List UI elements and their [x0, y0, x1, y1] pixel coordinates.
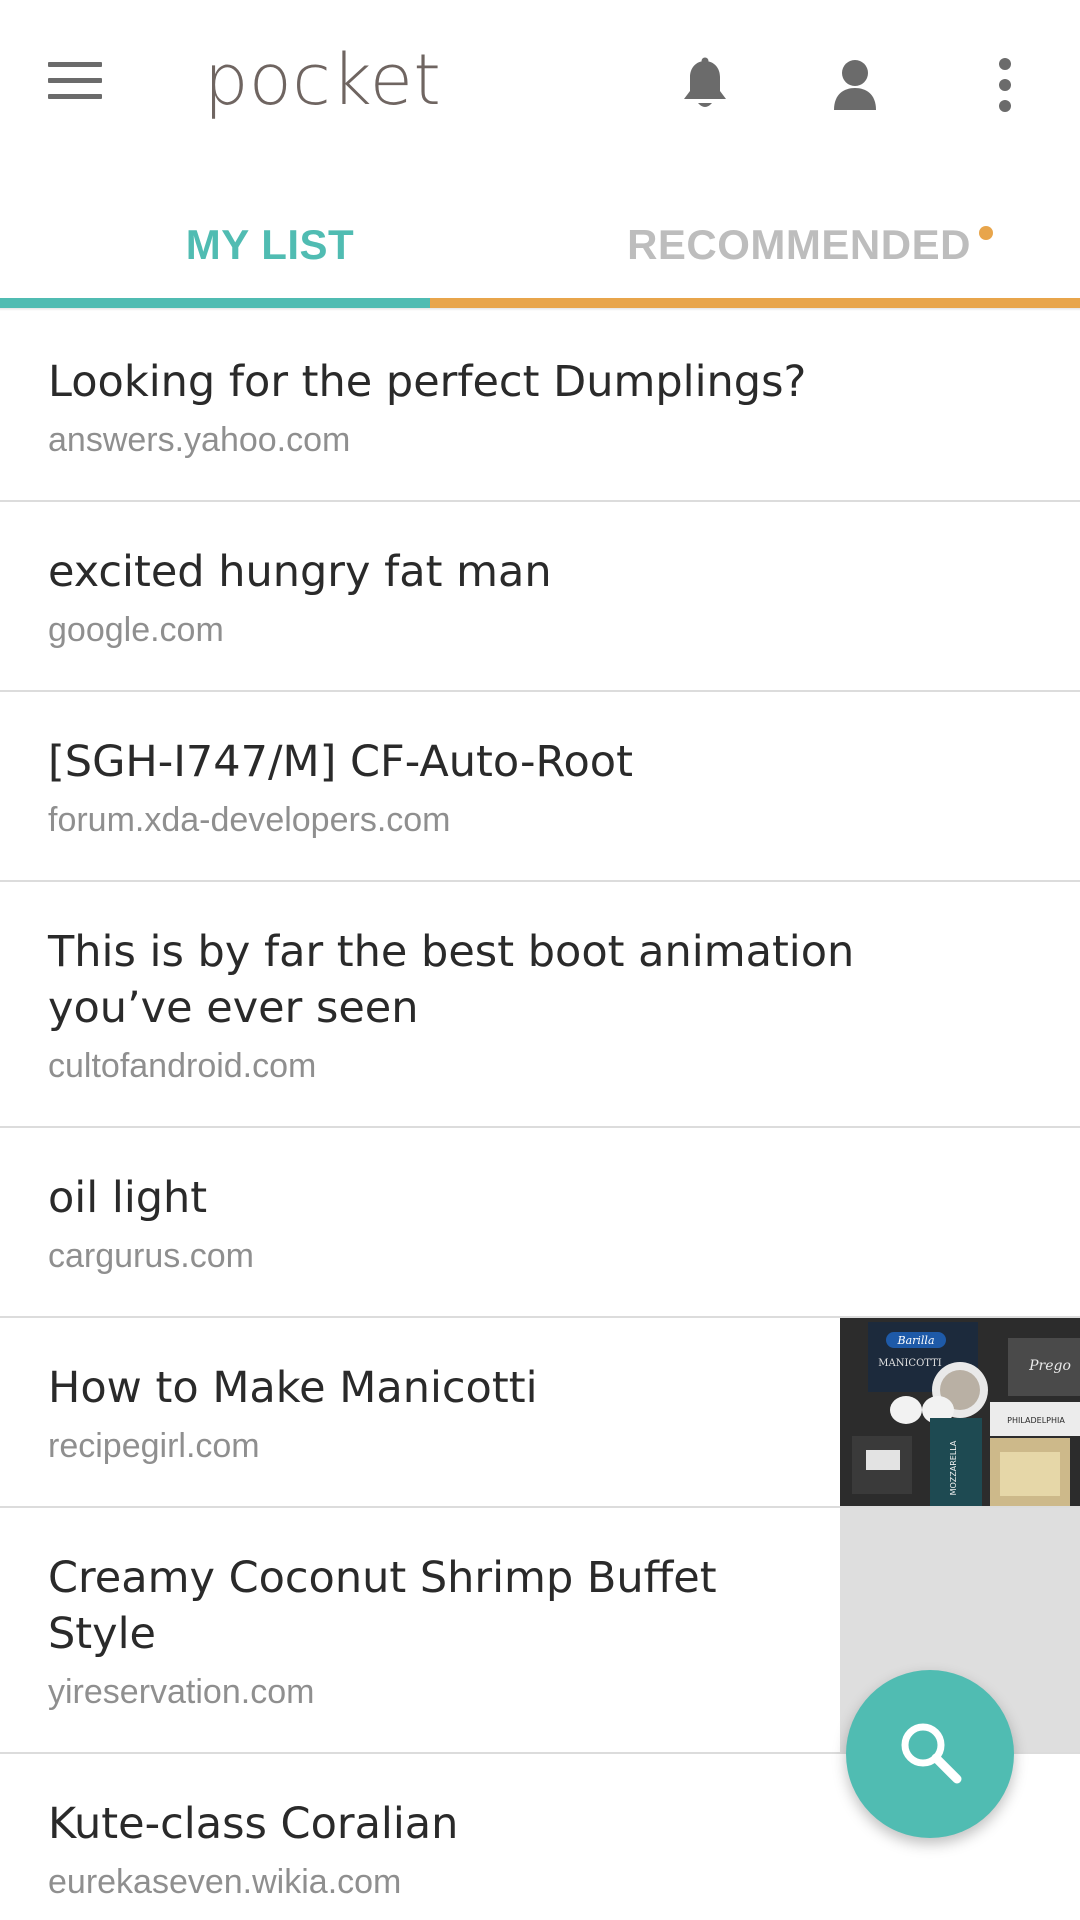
article-domain: google.com [48, 611, 224, 649]
article-title: excited hungry fat man [48, 547, 552, 597]
article-title: [SGH-I747/M] CF-Auto-Root [48, 737, 633, 787]
article-domain: eurekaseven.wikia.com [48, 1863, 402, 1901]
thumb-brand-prego: Prego [1028, 1358, 1071, 1374]
bell-icon[interactable] [670, 50, 740, 120]
list-item[interactable]: excited hungry fat man google.com [0, 502, 1080, 692]
tab-recommended-label: RECOMMENDED [627, 221, 971, 268]
thumb-label-philadelphia: PHILADELPHIA [1007, 1416, 1065, 1425]
list-item[interactable]: oil light cargurus.com [0, 1128, 1080, 1318]
article-domain: forum.xda-developers.com [48, 801, 451, 839]
app-bar: pocket [0, 0, 1080, 160]
article-title: This is by far the best boot animation y… [48, 927, 855, 1033]
search-fab[interactable] [846, 1670, 1014, 1838]
search-icon [895, 1717, 965, 1792]
list-item[interactable]: How to Make Manicotti recipegirl.com Bar… [0, 1318, 1080, 1508]
tab-indicator-active [0, 298, 430, 308]
article-title: Looking for the perfect Dumplings? [48, 357, 807, 407]
tab-my-list-label: MY LIST [185, 221, 355, 268]
more-vertical-icon[interactable] [970, 50, 1040, 120]
article-thumbnail: Barilla MANICOTTI Prego PHILADELPHIA MOZ… [840, 1318, 1080, 1506]
list-item[interactable]: [SGH-I747/M] CF-Auto-Root forum.xda-deve… [0, 692, 1080, 882]
article-domain: answers.yahoo.com [48, 421, 351, 459]
tab-bar: MY LIST RECOMMENDED [0, 190, 1080, 310]
tab-indicator [0, 298, 1080, 311]
article-title: oil light [48, 1173, 208, 1223]
article-domain: cultofandroid.com [48, 1047, 317, 1085]
tab-my-list[interactable]: MY LIST [0, 190, 540, 300]
thumb-label-manicotti: MANICOTTI [878, 1358, 942, 1369]
article-domain: cargurus.com [48, 1237, 254, 1275]
thumb-brand-barilla: Barilla [896, 1334, 934, 1347]
list-item[interactable]: This is by far the best boot animation y… [0, 882, 1080, 1128]
new-badge-dot [978, 226, 993, 240]
app-logo: pocket [204, 39, 442, 121]
tab-recommended[interactable]: RECOMMENDED [540, 190, 1080, 300]
tab-indicator-recommended [430, 298, 1080, 308]
hamburger-menu-icon[interactable] [48, 62, 104, 102]
list-item[interactable]: Looking for the perfect Dumplings? answe… [0, 312, 1080, 502]
thumb-label-mozzarella: MOZZARELLA [949, 1440, 958, 1495]
person-icon[interactable] [820, 50, 890, 120]
